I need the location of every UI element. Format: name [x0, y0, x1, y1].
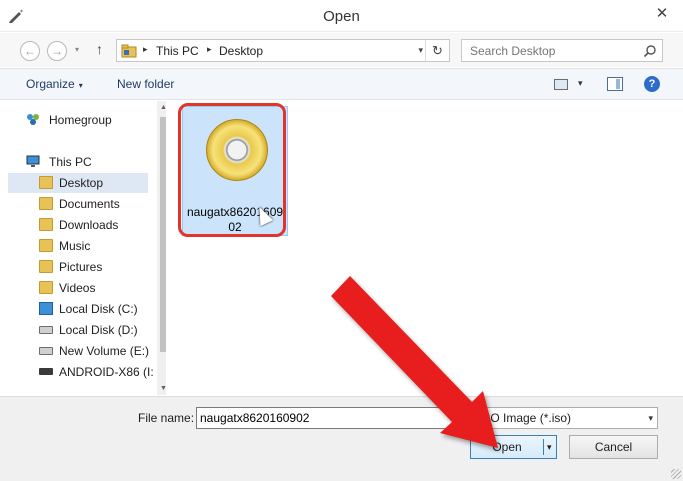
window-title: Open — [323, 8, 360, 25]
file-type-select[interactable]: ISO Image (*.iso) ▾ — [474, 407, 658, 429]
dialog-footer: File name: ISO Image (*.iso) ▾ Open ▾ Ca… — [0, 396, 683, 481]
sidebar-item-android-x86[interactable]: ANDROID-X86 (I: — [8, 362, 154, 382]
split-divider — [543, 439, 544, 455]
sidebar-item-this-pc[interactable]: This PC — [8, 152, 148, 172]
sidebar-item-label: New Volume (E:) — [59, 344, 150, 358]
sidebar-item-homegroup[interactable]: Homegroup — [8, 110, 148, 130]
sidebar-item-local-disk-d[interactable]: Local Disk (D:) — [8, 320, 148, 340]
usb-drive-icon — [39, 368, 53, 375]
sidebar-item-label: Desktop — [59, 176, 104, 190]
breadcrumb-separator: ▸ — [207, 44, 212, 54]
folder-icon — [39, 197, 53, 210]
change-view-icon[interactable] — [554, 79, 568, 90]
sidebar-item-label: Documents — [59, 197, 120, 211]
sidebar-item-videos[interactable]: Videos — [8, 278, 148, 298]
search-box — [461, 39, 663, 62]
up-button[interactable]: ↑ — [96, 41, 103, 57]
address-bar[interactable]: ▸ This PC ▸ Desktop ▾ ↻ — [116, 39, 450, 62]
view-options-chevron-icon[interactable]: ▾ — [578, 78, 583, 89]
sidebar-item-downloads[interactable]: Downloads — [8, 215, 148, 235]
navigation-pane: Homegroup This PC Desktop Documents Down… — [8, 101, 171, 395]
windows-drive-icon — [39, 302, 53, 315]
chevron-down-icon: ▾ — [78, 81, 83, 90]
folder-icon — [39, 260, 53, 273]
file-name-label: File name: — [138, 411, 195, 425]
sidebar-item-music[interactable]: Music — [8, 236, 148, 256]
file-name-input[interactable] — [196, 407, 470, 429]
navigation-bar: ← → ▾ ↑ ▸ This PC ▸ Desktop ▾ ↻ — [0, 33, 683, 67]
sidebar-item-new-volume-e[interactable]: New Volume (E:) — [8, 341, 150, 361]
preview-pane-icon[interactable] — [607, 77, 623, 91]
search-input[interactable] — [462, 40, 637, 61]
organize-button[interactable]: Organize ▾ — [26, 77, 83, 91]
computer-icon — [26, 155, 40, 167]
close-button[interactable]: ✕ — [647, 2, 677, 26]
chevron-down-icon: ▾ — [648, 413, 653, 423]
recent-locations-chevron-icon[interactable]: ▾ — [75, 45, 79, 54]
forward-button[interactable]: → — [47, 41, 67, 61]
open-options-chevron-icon[interactable]: ▾ — [547, 436, 552, 458]
organize-label: Organize — [26, 77, 75, 91]
refresh-button[interactable]: ↻ — [425, 40, 449, 61]
drive-icon — [39, 347, 53, 355]
open-button[interactable]: Open ▾ — [470, 435, 557, 459]
command-toolbar: Organize ▾ New folder ▾ ? — [0, 68, 683, 100]
sidebar-item-label: Local Disk (D:) — [59, 323, 138, 337]
back-button[interactable]: ← — [20, 41, 40, 61]
sidebar-item-label: Pictures — [59, 260, 103, 274]
breadcrumb-desktop[interactable]: Desktop — [219, 44, 263, 58]
address-dropdown-chevron-icon[interactable]: ▾ — [418, 45, 423, 56]
sidebar-item-label: Downloads — [59, 218, 119, 232]
sidebar-item-label: Local Disk (C:) — [59, 302, 138, 316]
drive-icon — [39, 326, 53, 334]
new-folder-button[interactable]: New folder — [117, 77, 174, 91]
file-type-value: ISO Image (*.iso) — [479, 411, 572, 425]
folder-icon — [39, 239, 53, 252]
breadcrumb-this-pc[interactable]: This PC — [156, 44, 199, 58]
file-list: naugatx8620160902 — [166, 101, 683, 395]
folder-icon — [39, 176, 53, 189]
sidebar-item-label: Videos — [59, 281, 96, 295]
search-icon[interactable] — [643, 44, 657, 58]
homegroup-icon — [27, 114, 39, 125]
breadcrumb-separator: ▸ — [143, 44, 148, 54]
sidebar-item-label: This PC — [49, 155, 92, 169]
resize-grip-icon[interactable] — [671, 469, 681, 479]
sidebar-item-pictures[interactable]: Pictures — [8, 257, 148, 277]
sidebar-item-desktop[interactable]: Desktop — [8, 173, 148, 193]
help-icon[interactable]: ? — [644, 76, 660, 92]
sidebar-item-label: ANDROID-X86 (I: — [59, 365, 154, 379]
sidebar-item-label: Music — [59, 239, 91, 253]
folder-icon — [121, 44, 137, 58]
open-button-label: Open — [492, 440, 522, 454]
cancel-button[interactable]: Cancel — [569, 435, 658, 459]
title-bar: Open ✕ — [0, 0, 683, 32]
sidebar-item-local-disk-c[interactable]: Local Disk (C:) — [8, 299, 148, 319]
sidebar-item-documents[interactable]: Documents — [8, 194, 148, 214]
folder-icon — [39, 281, 53, 294]
folder-icon — [39, 218, 53, 231]
sidebar-item-label: Homegroup — [49, 113, 112, 127]
